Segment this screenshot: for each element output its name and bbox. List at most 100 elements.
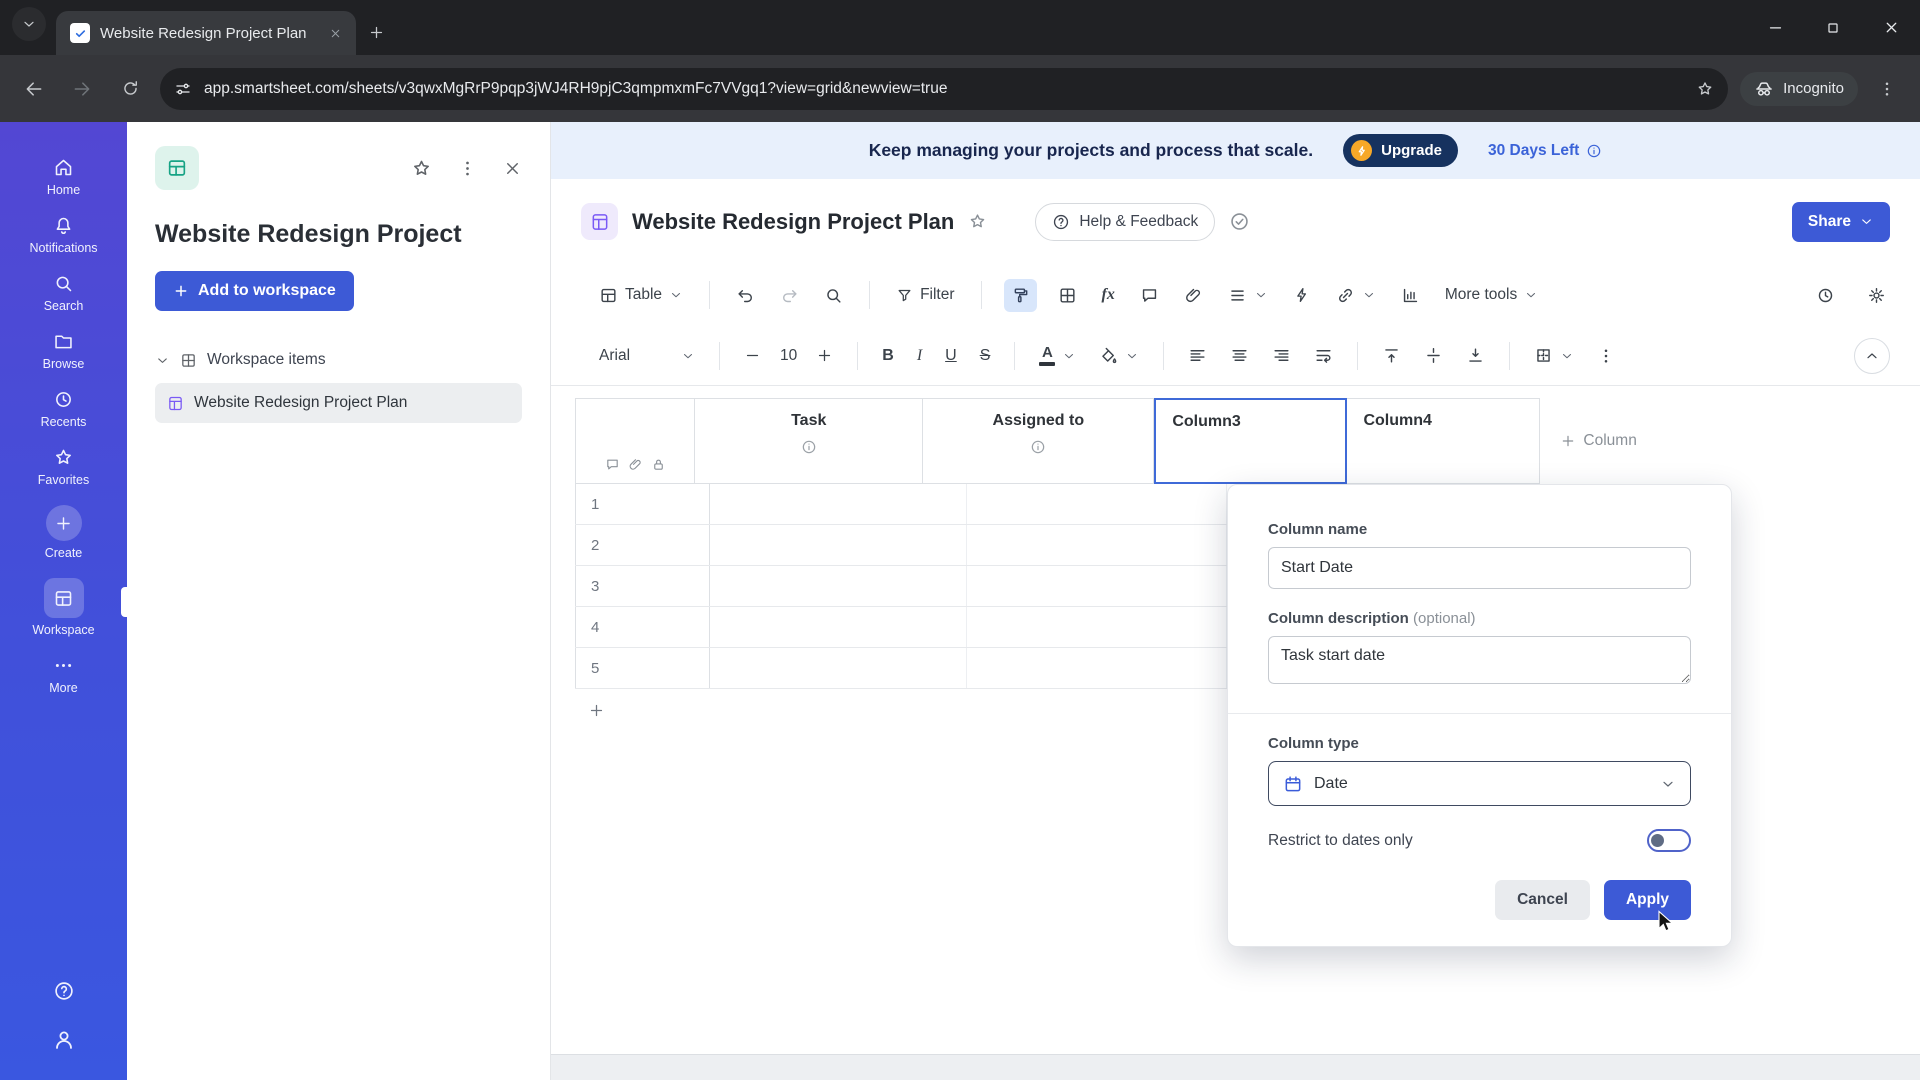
column-header-column4[interactable]: Column4 xyxy=(1347,398,1541,484)
text-wrap-button[interactable] xyxy=(1310,342,1337,369)
increase-font-size-button[interactable] xyxy=(812,343,837,368)
column-description-input[interactable]: Task start date xyxy=(1268,636,1691,684)
lock-column-icon[interactable] xyxy=(651,457,666,472)
column-name-input[interactable] xyxy=(1268,547,1691,589)
sidebar-item-browse[interactable]: Browse xyxy=(0,322,127,380)
search-sheet-button[interactable] xyxy=(820,282,847,309)
tab-close-icon[interactable] xyxy=(324,22,346,44)
share-button[interactable]: Share xyxy=(1791,201,1890,242)
vertical-align-middle-button[interactable] xyxy=(1420,342,1447,369)
sidebar-item-recents[interactable]: Recents xyxy=(0,380,127,438)
font-family-select[interactable]: Arial xyxy=(595,343,699,369)
sidebar-item-more[interactable]: More xyxy=(0,646,127,704)
strikethrough-button[interactable]: S xyxy=(976,343,995,369)
decrease-font-size-button[interactable] xyxy=(740,343,765,368)
upgrade-button[interactable]: Upgrade xyxy=(1343,134,1458,167)
add-row-plus-icon[interactable] xyxy=(588,702,605,719)
formula-button[interactable]: fx xyxy=(1098,282,1119,308)
text-color-button[interactable]: A xyxy=(1035,341,1080,370)
column-header-task[interactable]: Task xyxy=(695,398,924,484)
sidebar-item-search[interactable]: Search xyxy=(0,264,127,322)
italic-button[interactable]: I xyxy=(913,343,926,369)
restrict-toggle[interactable] xyxy=(1647,829,1691,852)
info-icon[interactable] xyxy=(1030,439,1046,455)
align-center-button[interactable] xyxy=(1226,342,1253,369)
collapse-toolbar-button[interactable] xyxy=(1854,337,1890,374)
attachment-button[interactable] xyxy=(1180,282,1207,309)
font-size-value[interactable]: 10 xyxy=(780,347,797,365)
column-header-assigned-to[interactable]: Assigned to xyxy=(923,398,1155,484)
window-minimize-button[interactable] xyxy=(1746,8,1804,48)
panel-close-icon[interactable] xyxy=(503,159,522,178)
activity-history-button[interactable] xyxy=(1812,282,1839,309)
url-bar[interactable]: app.smartsheet.com/sheets/v3qwxMgRrP9pqp… xyxy=(160,67,1729,110)
cell[interactable] xyxy=(967,484,1227,524)
help-button[interactable] xyxy=(53,980,75,1002)
more-tools-button[interactable]: More tools xyxy=(1441,282,1542,308)
column-header-column3-selected[interactable]: Column3 xyxy=(1154,398,1348,484)
sidebar-item-create[interactable]: Create xyxy=(0,496,127,569)
favorite-sheet-star-icon[interactable] xyxy=(968,212,987,231)
align-right-button[interactable] xyxy=(1268,342,1295,369)
browser-menu-button[interactable] xyxy=(1870,72,1904,106)
fill-color-button[interactable] xyxy=(1095,342,1143,369)
cell[interactable] xyxy=(710,484,967,524)
horizontal-scrollbar[interactable] xyxy=(551,1054,1920,1080)
sidebar-item-favorites[interactable]: Favorites xyxy=(0,438,127,496)
back-button[interactable] xyxy=(16,71,52,107)
cell[interactable] xyxy=(710,648,967,688)
cell[interactable] xyxy=(710,525,967,565)
automation-button[interactable] xyxy=(1289,282,1315,308)
window-maximize-button[interactable] xyxy=(1804,8,1862,48)
format-painter-button[interactable] xyxy=(1003,278,1037,312)
cell[interactable] xyxy=(710,566,967,606)
cancel-button[interactable]: Cancel xyxy=(1495,880,1590,920)
panel-menu-icon[interactable] xyxy=(458,159,477,178)
bold-button[interactable]: B xyxy=(878,343,898,369)
cell[interactable] xyxy=(967,525,1227,565)
cell[interactable] xyxy=(967,648,1227,688)
help-feedback-button[interactable]: Help & Feedback xyxy=(1035,202,1216,241)
link-button[interactable] xyxy=(1332,282,1380,309)
cell-formatting-button[interactable] xyxy=(1054,282,1081,309)
sidebar-item-workspace[interactable]: Workspace xyxy=(0,569,127,646)
favorite-star-icon[interactable] xyxy=(411,158,432,179)
column-type-select[interactable]: Date xyxy=(1268,761,1691,806)
cell[interactable] xyxy=(967,566,1227,606)
cell[interactable] xyxy=(967,607,1227,647)
new-tab-button[interactable] xyxy=(368,24,385,41)
undo-button[interactable] xyxy=(732,282,759,309)
filter-button[interactable]: Filter xyxy=(892,282,958,308)
comment-button[interactable] xyxy=(1136,282,1163,309)
add-to-workspace-button[interactable]: Add to workspace xyxy=(155,271,354,311)
view-selector-table[interactable]: Table xyxy=(595,282,687,309)
workspace-items-section[interactable]: Workspace items xyxy=(155,351,522,369)
profile-button[interactable] xyxy=(52,1028,76,1052)
cell[interactable] xyxy=(710,607,967,647)
apply-button[interactable]: Apply xyxy=(1603,880,1691,920)
vertical-align-top-button[interactable] xyxy=(1378,342,1405,369)
sidebar-item-home[interactable]: Home xyxy=(0,148,127,206)
attachment-column-icon[interactable] xyxy=(628,457,643,472)
align-left-button[interactable] xyxy=(1184,342,1211,369)
chart-button[interactable] xyxy=(1397,282,1424,309)
underline-button[interactable]: U xyxy=(941,343,961,369)
tab-search-button[interactable] xyxy=(12,6,46,41)
borders-button[interactable] xyxy=(1530,342,1578,369)
reload-button[interactable] xyxy=(112,71,148,107)
window-close-button[interactable] xyxy=(1862,8,1920,48)
info-icon[interactable] xyxy=(801,439,817,455)
more-formatting-button[interactable] xyxy=(1593,343,1619,369)
bookmark-star-icon[interactable] xyxy=(1696,80,1714,98)
vertical-align-bottom-button[interactable] xyxy=(1462,342,1489,369)
redo-button[interactable] xyxy=(776,282,803,309)
settings-button[interactable] xyxy=(1863,282,1890,309)
comment-column-icon[interactable] xyxy=(605,457,620,472)
site-info-icon[interactable] xyxy=(174,80,192,98)
row-actions-button[interactable] xyxy=(1224,282,1272,309)
add-column-button[interactable]: Column xyxy=(1540,398,1657,484)
forward-button[interactable] xyxy=(64,71,100,107)
sidebar-item-notifications[interactable]: Notifications xyxy=(0,206,127,264)
info-icon[interactable] xyxy=(1586,143,1602,159)
workspace-item-sheet[interactable]: Website Redesign Project Plan xyxy=(155,383,522,423)
